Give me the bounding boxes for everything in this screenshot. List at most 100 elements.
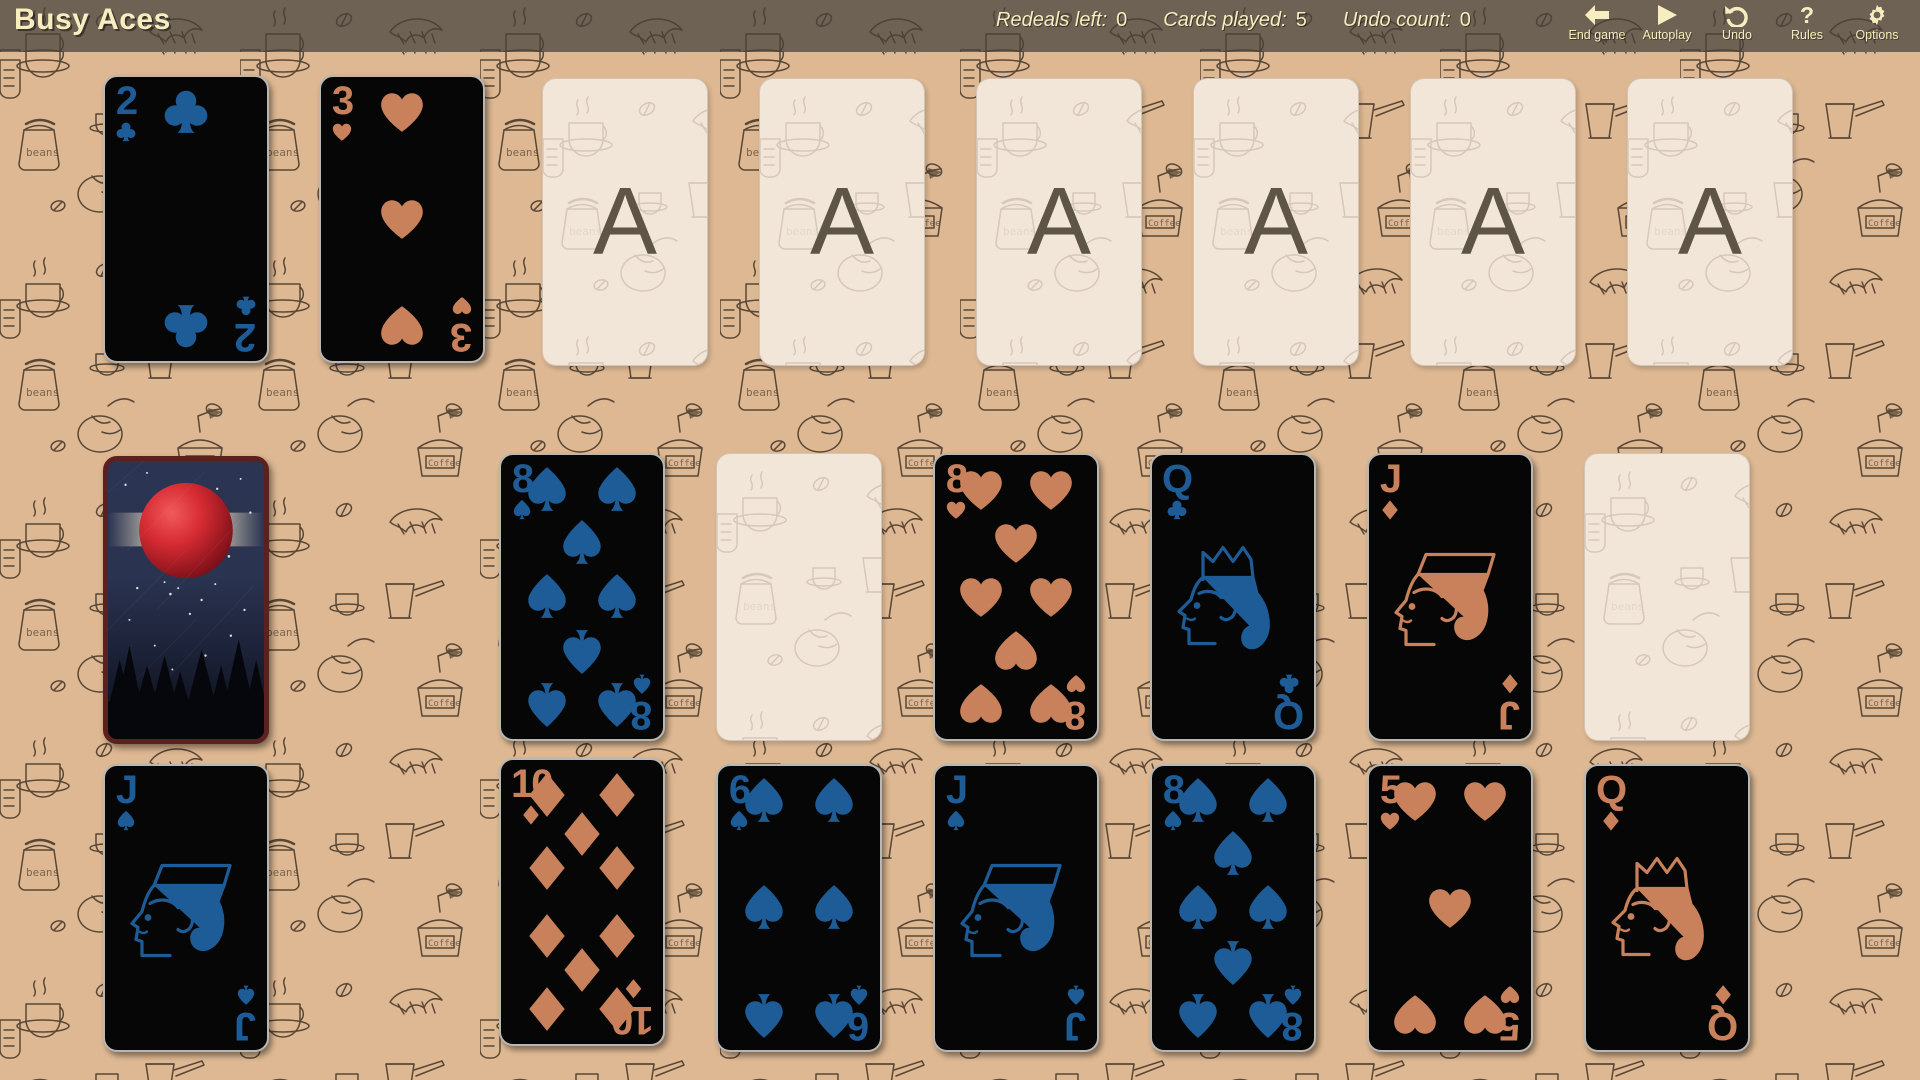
end-game-button[interactable]: End game	[1562, 0, 1632, 52]
court-card-art	[126, 836, 246, 981]
card-pip-grid	[744, 777, 854, 1039]
foundation-ace-letter: A	[1460, 168, 1526, 275]
card-pip	[522, 572, 572, 622]
card-pip	[1026, 465, 1076, 515]
card-pip	[592, 572, 642, 622]
card-pip	[557, 518, 607, 568]
empty-tableau-slot[interactable]	[1584, 453, 1750, 741]
options-button[interactable]: Options	[1842, 0, 1912, 52]
card-pip	[991, 518, 1041, 568]
foundation-slot[interactable]: A	[1410, 78, 1576, 366]
slot-doodle-pattern	[717, 454, 881, 740]
card-pip	[809, 883, 859, 933]
card-pip-grid	[1178, 777, 1288, 1039]
court-card-art	[1173, 520, 1293, 675]
stock-card-back[interactable]	[103, 456, 269, 744]
playing-card[interactable]: 10 10	[499, 758, 665, 1046]
card-pip	[522, 679, 572, 729]
stat-cards-played: Cards played: 5	[1163, 9, 1307, 32]
card-rank: Q	[1708, 1004, 1738, 1048]
playing-card[interactable]: JJ	[933, 764, 1099, 1052]
court-card-art	[956, 836, 1076, 981]
card-rank: J	[1379, 457, 1402, 501]
playing-card[interactable]: 88	[499, 453, 665, 741]
foundation-slot[interactable]: A	[542, 78, 708, 366]
card-pip	[592, 465, 642, 515]
playing-card[interactable]: 88	[1150, 764, 1316, 1052]
card-pip	[1026, 679, 1076, 729]
card-rank: Q	[1596, 768, 1627, 812]
status-badge: 0	[1459, 9, 1471, 31]
card-pip	[739, 883, 789, 933]
card-corner-index: J	[115, 768, 138, 832]
card-pip	[956, 465, 1006, 515]
card-suit-symbol-spades	[1065, 984, 1087, 1006]
stat-label: Redeals left:	[996, 9, 1108, 31]
slot-doodle-pattern	[1585, 454, 1749, 740]
playing-card[interactable]: JJ	[103, 764, 269, 1052]
gear-icon	[1865, 2, 1889, 28]
stat-label: Undo count:	[1342, 9, 1451, 31]
card-pip-grid	[1393, 781, 1507, 1035]
playing-card[interactable]: JJ	[1367, 453, 1533, 741]
card-suit-symbol-spades	[115, 810, 137, 832]
card-pip	[1425, 883, 1475, 933]
stat-label: Cards played:	[1163, 9, 1287, 31]
card-rank: Q	[1162, 457, 1193, 501]
card-suit-symbol-diamonds	[1499, 673, 1521, 695]
card-pip	[809, 776, 859, 826]
options-label: Options	[1855, 28, 1899, 42]
card-corner-index: J	[1499, 673, 1521, 737]
card-pip	[739, 990, 789, 1040]
rules-label: Rules	[1791, 28, 1823, 42]
card-rank: J	[235, 1004, 257, 1048]
autoplay-label: Autoplay	[1642, 28, 1692, 42]
card-pip	[1173, 990, 1223, 1040]
foundation-slot[interactable]: A	[976, 78, 1142, 366]
card-rank: J	[115, 768, 138, 812]
svg-text:?: ?	[1800, 3, 1814, 27]
card-corner-index: J	[1379, 457, 1402, 521]
card-suit-symbol-clubs	[1278, 673, 1300, 695]
undo-icon	[1723, 2, 1751, 28]
card-rank: J	[1499, 693, 1521, 737]
question-mark-icon: ?	[1797, 2, 1817, 28]
card-corner-index: Q	[1162, 457, 1193, 521]
page-title: Busy Aces	[14, 3, 171, 36]
playing-card[interactable]: QQ	[1150, 453, 1316, 741]
status-badge: 0	[1116, 9, 1128, 31]
foundation-ace-letter: A	[592, 168, 658, 275]
undo-button[interactable]: Undo	[1702, 0, 1772, 52]
card-pip	[956, 572, 1006, 622]
empty-tableau-slot[interactable]	[716, 453, 882, 741]
card-pip	[1243, 776, 1293, 826]
card-corner-index: Q	[1596, 768, 1627, 832]
card-pip-grid	[959, 470, 1073, 724]
status-bar: Redeals left: 0 Cards played: 5 Undo cou…	[996, 9, 1507, 32]
autoplay-button[interactable]: Autoplay	[1632, 0, 1702, 52]
playing-card[interactable]: 22	[103, 75, 269, 363]
card-rank: Q	[1274, 693, 1304, 737]
card-pip	[1173, 883, 1223, 933]
playing-card[interactable]: 55	[1367, 764, 1533, 1052]
card-suit-symbol-diamonds	[1379, 499, 1401, 521]
playing-card[interactable]: 88	[933, 453, 1099, 741]
stat-redeals-left: Redeals left: 0	[996, 9, 1127, 32]
card-pip	[592, 843, 642, 893]
card-pip	[1460, 990, 1510, 1040]
card-pip	[739, 776, 789, 826]
card-corner-index: J	[235, 984, 257, 1048]
card-pip	[377, 87, 427, 137]
card-pip-grid	[131, 90, 241, 348]
playing-card[interactable]: QQ	[1584, 764, 1750, 1052]
card-pip	[592, 679, 642, 729]
foundation-ace-letter: A	[1243, 168, 1309, 275]
card-pip-grid	[527, 772, 637, 1032]
playing-card[interactable]: 33	[319, 75, 485, 363]
rules-button[interactable]: ? Rules	[1772, 0, 1842, 52]
foundation-slot[interactable]: A	[759, 78, 925, 366]
playing-card[interactable]: 66	[716, 764, 882, 1052]
foundation-slot[interactable]: A	[1627, 78, 1793, 366]
card-pip	[1243, 990, 1293, 1040]
foundation-slot[interactable]: A	[1193, 78, 1359, 366]
